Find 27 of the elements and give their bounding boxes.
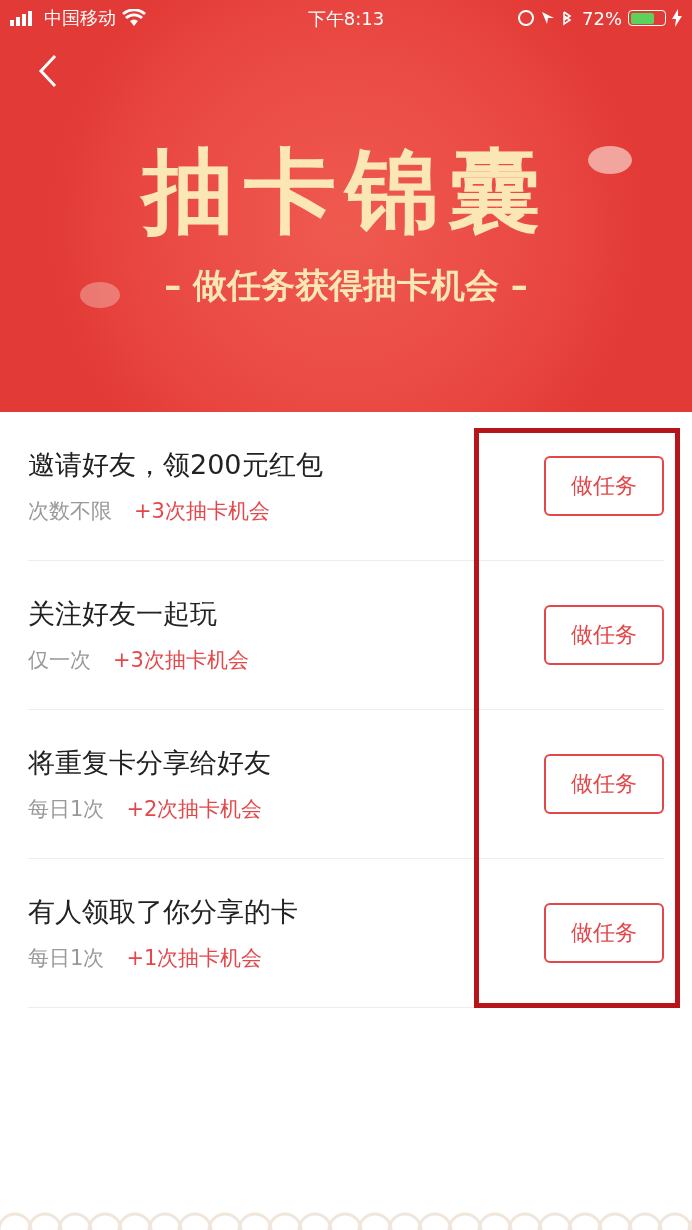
- task-reward: +2次抽卡机会: [126, 796, 263, 823]
- coin-drawing: [80, 282, 120, 308]
- task-limit: 次数不限: [28, 498, 112, 525]
- banner-subtitle: – 做任务获得抽卡机会 –: [164, 268, 528, 302]
- do-task-button[interactable]: 做任务: [544, 903, 664, 963]
- banner-title: 抽卡锦囊: [142, 146, 550, 238]
- task-reward: +3次抽卡机会: [134, 498, 270, 525]
- do-task-button[interactable]: 做任务: [544, 605, 664, 665]
- task-title: 有人领取了你分享的卡: [28, 895, 298, 929]
- task-reward: +3次抽卡机会: [113, 647, 249, 674]
- task-title: 邀请好友，领200元红包: [28, 448, 323, 482]
- task-reward: +1次抽卡机会: [126, 945, 263, 972]
- wifi-icon: [122, 9, 146, 27]
- battery-icon: [628, 10, 666, 26]
- do-task-button[interactable]: 做任务: [544, 754, 664, 814]
- task-title: 将重复卡分享给好友: [28, 746, 271, 780]
- back-icon[interactable]: [38, 54, 58, 88]
- coin-drawing: [588, 146, 632, 174]
- task-limit: 仅一次: [28, 647, 91, 674]
- task-title: 关注好友一起玩: [28, 597, 218, 631]
- task-limit: 每日1次: [28, 945, 105, 972]
- task-limit: 每日1次: [28, 796, 105, 823]
- carrier-name: 中国移动: [44, 6, 116, 30]
- status-time: 下午8:13: [307, 7, 385, 31]
- battery-percent: 72%: [582, 7, 622, 29]
- do-task-button[interactable]: 做任务: [544, 456, 664, 516]
- charging-icon: [672, 9, 682, 27]
